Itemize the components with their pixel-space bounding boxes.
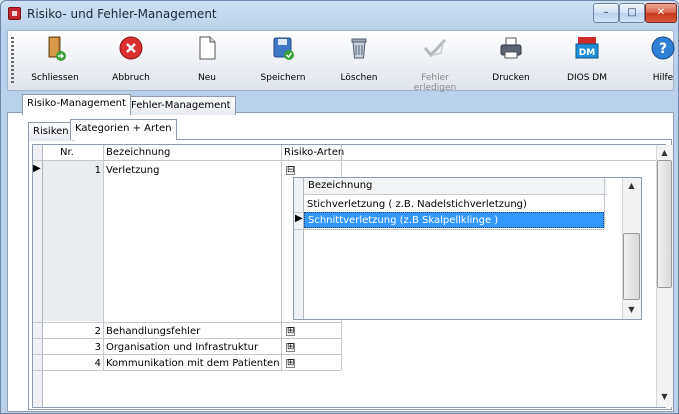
toolbar-label: Speichern — [260, 73, 306, 83]
row-2-bezeichnung[interactable]: Behandlungsfehler — [106, 324, 200, 339]
nested-row-2-text: Schnittverletzung (z.B Skalpellklinge ) — [308, 215, 499, 226]
pdf-dm-icon: DM — [575, 37, 599, 59]
toolbar-label: Hilfe — [652, 73, 674, 83]
collapse-icon[interactable]: ⊟ — [286, 166, 295, 175]
expand-icon[interactable]: ⊞ — [286, 343, 295, 352]
header-divider — [33, 160, 656, 161]
expand-icon[interactable]: ⊞ — [286, 327, 295, 336]
toolbar-label: Abbruch — [112, 73, 150, 83]
cancel-button[interactable]: Abbruch — [96, 33, 166, 89]
row-divider — [33, 354, 341, 355]
maximize-button[interactable]: □ — [619, 3, 645, 23]
help-icon: ? — [651, 36, 675, 60]
toolbar-label: Fehler erledigen — [413, 73, 457, 93]
printer-icon — [500, 37, 522, 59]
toolbar-label: DIOS DM — [567, 73, 607, 83]
nested-current-row-icon: ▶ — [295, 213, 303, 224]
nested-header-bezeichnung[interactable]: Bezeichnung — [308, 180, 372, 191]
dios-dm-button[interactable]: DM DIOS DM — [552, 33, 622, 89]
row-1-bezeichnung[interactable]: Verletzung — [106, 163, 159, 178]
scroll-down-icon[interactable]: ▼ — [657, 392, 672, 401]
nested-scroll-thumb[interactable] — [623, 233, 640, 300]
toolbar-grip[interactable] — [11, 37, 14, 85]
toolbar-label: Schliessen — [31, 73, 79, 83]
window-title: Risiko- und Fehler-Management — [27, 7, 217, 21]
row-2-nr: 2 — [94, 326, 101, 337]
scroll-up-icon[interactable]: ▲ — [657, 148, 672, 157]
tab-risiken[interactable]: Risiken — [28, 122, 74, 141]
delete-button[interactable]: Löschen — [324, 33, 394, 89]
header-bezeichnung[interactable]: Bezeichnung — [106, 147, 170, 158]
column-divider — [103, 145, 104, 370]
door-exit-icon — [48, 36, 66, 61]
close-button[interactable]: ✕ — [645, 3, 677, 23]
column-divider — [281, 145, 282, 370]
header-risiko-arten[interactable]: Risiko-Arten — [284, 147, 344, 158]
row-3-bezeichnung[interactable]: Organisation und Infrastruktur — [106, 340, 258, 355]
toolbar-label: Löschen — [340, 73, 378, 83]
save-icon — [273, 37, 294, 60]
grid-scroll-thumb[interactable] — [657, 160, 672, 288]
tab-fehler-management[interactable]: Fehler-Management — [126, 96, 236, 115]
print-button[interactable]: Drucken — [476, 33, 546, 89]
tab-risiko-management[interactable]: Risiko-Management — [22, 94, 131, 115]
nested-row-selector-column — [294, 178, 304, 319]
svg-text:DM: DM — [579, 48, 595, 58]
trash-icon — [351, 38, 367, 59]
nested-row-1[interactable]: Stichverletzung ( z.B. Nadelstichverletz… — [307, 197, 527, 212]
row-3-nr: 3 — [94, 342, 101, 353]
nested-scroll-up-icon[interactable]: ▲ — [623, 181, 640, 190]
toolbar-label: Drucken — [492, 73, 530, 83]
toolbar: Schliessen Abbruch Neu Speichern Löschen… — [7, 30, 675, 93]
nr-column-background — [43, 161, 103, 321]
app-icon — [8, 7, 21, 20]
nested-column-divider — [604, 178, 605, 229]
checkmark-icon — [423, 38, 447, 58]
row-divider — [33, 322, 341, 323]
nested-scroll-down-icon[interactable]: ▼ — [623, 305, 640, 314]
row-4-nr: 4 — [94, 358, 101, 369]
expand-icon[interactable]: ⊞ — [286, 359, 295, 368]
new-button[interactable]: Neu — [172, 33, 242, 89]
row-4-bezeichnung[interactable]: Kommunikation mit dem Patienten — [106, 356, 280, 371]
header-nr[interactable]: Nr. — [60, 147, 74, 158]
row-divider — [33, 370, 341, 371]
close-app-button[interactable]: Schliessen — [20, 33, 90, 89]
nested-row-2-selected[interactable]: Schnittverletzung (z.B Skalpellklinge ) — [304, 212, 604, 228]
tab-kategorien-arten[interactable]: Kategorien + Arten — [70, 119, 177, 140]
cancel-icon — [119, 36, 143, 60]
help-button[interactable]: ? Hilfe — [628, 33, 679, 89]
save-button[interactable]: Speichern — [248, 33, 318, 89]
row-selector-column — [33, 145, 43, 407]
minimize-button[interactable]: – — [593, 3, 619, 23]
toolbar-label: Neu — [198, 73, 216, 83]
svg-text:?: ? — [659, 41, 667, 57]
current-row-indicator-icon: ▶ — [33, 163, 41, 174]
row-1-nr: 1 — [94, 165, 101, 176]
new-document-icon — [199, 36, 216, 60]
title-bar[interactable]: Risiko- und Fehler-Management – □ ✕ — [0, 0, 679, 29]
resolve-error-button: Fehler erledigen — [400, 33, 470, 93]
nested-row-divider — [294, 229, 604, 230]
row-divider — [33, 338, 341, 339]
